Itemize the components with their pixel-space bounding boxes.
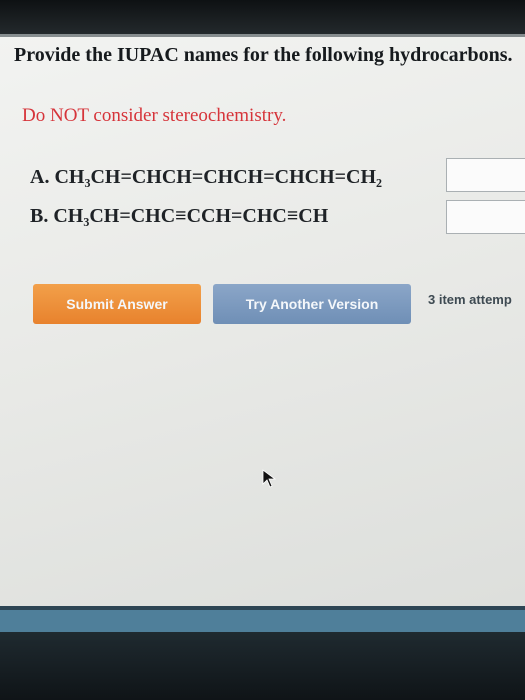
mouse-pointer-icon [262,469,277,488]
question-b: B. CH₃CH=CHC≡CCH=CHC≡CH [30,205,328,228]
try-another-version-button[interactable]: Try Another Version [213,284,411,324]
monitor-bottom-bezel [0,632,525,700]
answer-a-input[interactable] [446,158,525,192]
question-a-label: A. [30,166,50,188]
monitor-top-bezel [0,0,525,34]
item-attempts-text: 3 item attemp [428,292,512,307]
page-footer-band [0,610,525,632]
submit-answer-button[interactable]: Submit Answer [33,284,201,324]
question-a-formula: CH₃CH=CHCH=CHCH=CHCH=CH₂ [54,166,383,188]
question-b-formula: CH₃CH=CHC≡CCH=CHC≡CH [53,205,329,227]
stereochemistry-note: Do NOT consider stereochemistry. [22,105,287,126]
question-title: Provide the IUPAC names for the followin… [14,44,513,66]
panel-top-border [0,34,525,37]
question-a: A. CH₃CH=CHCH=CHCH=CHCH=CH₂ [30,166,382,189]
question-b-label: B. [30,205,49,227]
answer-b-input[interactable] [446,200,525,234]
